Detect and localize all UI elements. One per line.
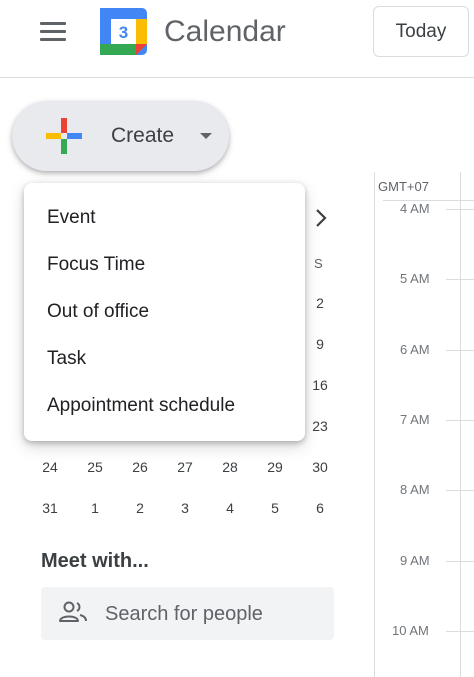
logo-day-number: 3 bbox=[119, 23, 128, 42]
search-people-input[interactable] bbox=[105, 600, 325, 628]
date-cell[interactable]: 27 bbox=[168, 459, 202, 475]
day-letter-saturday: S bbox=[314, 256, 323, 271]
date-cell[interactable]: 16 bbox=[308, 377, 332, 393]
hour-gridline bbox=[446, 631, 474, 632]
hour-gridline bbox=[446, 490, 474, 491]
create-button[interactable]: Create bbox=[12, 101, 229, 171]
hour-label: 8 AM bbox=[400, 482, 430, 497]
date-cell[interactable]: 26 bbox=[123, 459, 157, 475]
date-cell[interactable]: 31 bbox=[33, 500, 67, 516]
main-menu-icon[interactable] bbox=[36, 20, 70, 46]
date-cell[interactable]: 30 bbox=[303, 459, 337, 475]
date-cell[interactable]: 2 bbox=[308, 295, 332, 311]
menu-item-focus-time[interactable]: Focus Time bbox=[47, 253, 145, 277]
time-grid-divider bbox=[460, 172, 461, 677]
date-cell[interactable]: 6 bbox=[303, 500, 337, 516]
hour-label: 4 AM bbox=[400, 201, 430, 216]
date-cell[interactable]: 29 bbox=[258, 459, 292, 475]
date-cell[interactable]: 3 bbox=[168, 500, 202, 516]
date-cell[interactable]: 1 bbox=[78, 500, 112, 516]
hour-label: 6 AM bbox=[400, 342, 430, 357]
app-title: Calendar bbox=[164, 15, 286, 48]
hour-gridline bbox=[446, 350, 474, 351]
menu-item-out-of-office[interactable]: Out of office bbox=[47, 300, 149, 324]
hour-gridline bbox=[446, 279, 474, 280]
time-grid-divider bbox=[374, 172, 375, 677]
menu-item-event[interactable]: Event bbox=[47, 206, 96, 230]
menu-item-appointment-schedule[interactable]: Appointment schedule bbox=[47, 394, 235, 418]
hour-gridline bbox=[446, 420, 474, 421]
hour-label: 7 AM bbox=[400, 412, 430, 427]
hour-label: 9 AM bbox=[400, 553, 430, 568]
date-cell[interactable]: 28 bbox=[213, 459, 247, 475]
search-people-box[interactable] bbox=[41, 587, 334, 640]
chevron-right-icon[interactable] bbox=[312, 207, 330, 229]
timezone-label: GMT+07 bbox=[378, 179, 429, 194]
calendar-logo-icon: 3 bbox=[100, 8, 147, 55]
date-cell[interactable]: 2 bbox=[123, 500, 157, 516]
date-cell[interactable]: 9 bbox=[308, 336, 332, 352]
menu-item-task[interactable]: Task bbox=[47, 347, 86, 371]
date-cell[interactable]: 4 bbox=[213, 500, 247, 516]
app-header: 3 Calendar Today bbox=[0, 0, 474, 78]
date-cell[interactable]: 23 bbox=[308, 418, 332, 434]
today-button[interactable]: Today bbox=[373, 6, 469, 57]
plus-icon bbox=[46, 118, 82, 154]
caret-down-icon bbox=[200, 133, 212, 139]
hour-gridline bbox=[446, 209, 474, 210]
hour-gridline bbox=[446, 561, 474, 562]
date-cell[interactable]: 25 bbox=[78, 459, 112, 475]
create-button-label: Create bbox=[111, 124, 175, 147]
hour-label: 10 AM bbox=[392, 623, 429, 638]
hour-label: 5 AM bbox=[400, 271, 430, 286]
create-menu: Event Focus Time Out of office Task Appo… bbox=[24, 183, 305, 441]
date-cell[interactable]: 24 bbox=[33, 459, 67, 475]
people-icon bbox=[59, 601, 87, 622]
meet-with-title: Meet with... bbox=[41, 550, 149, 572]
date-cell[interactable]: 5 bbox=[258, 500, 292, 516]
